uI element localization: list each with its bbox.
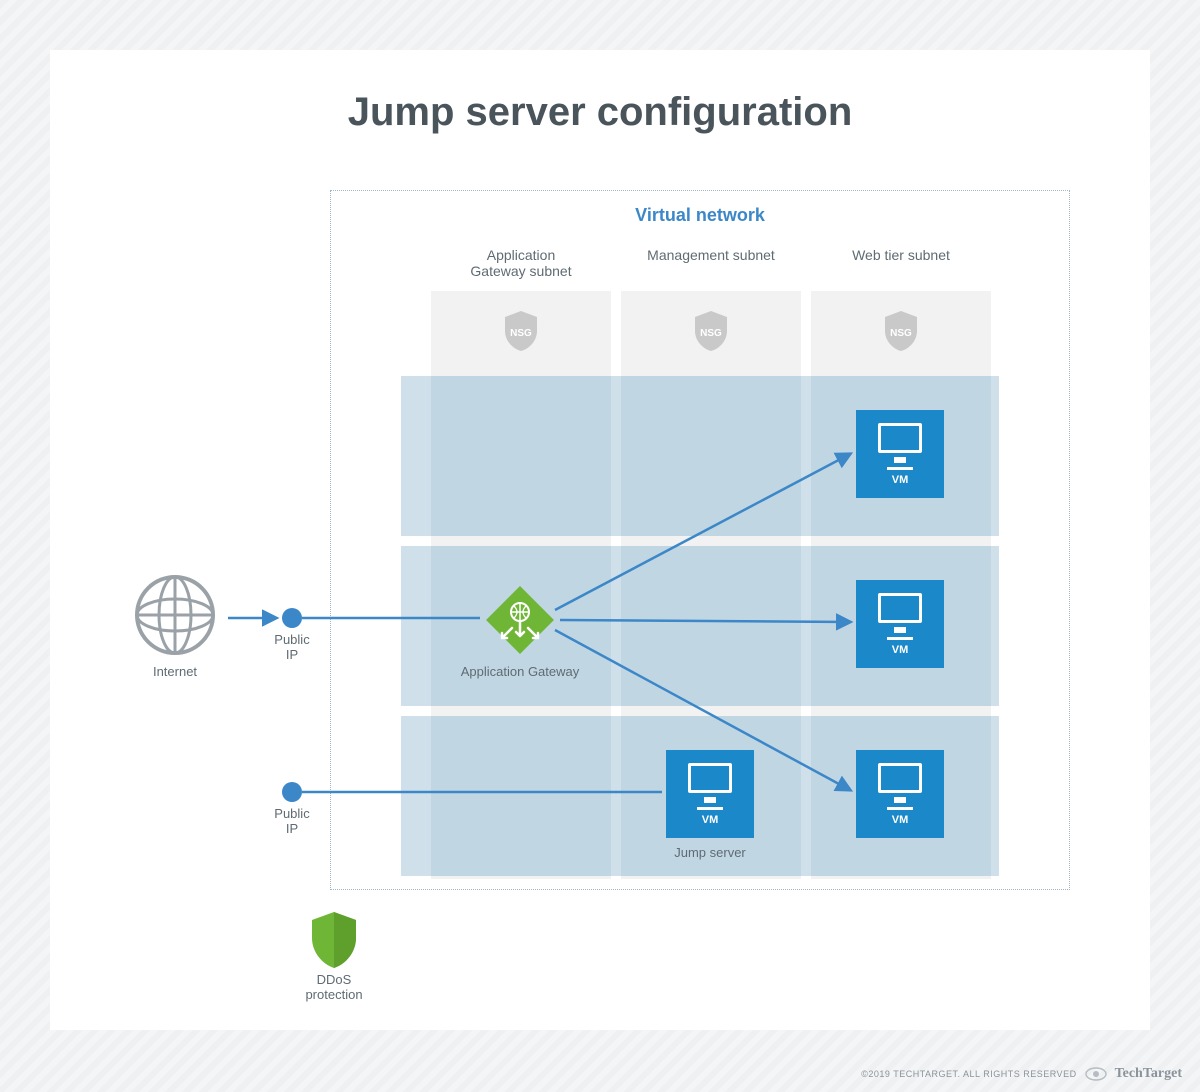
- app-gateway-label: Application Gateway: [430, 664, 610, 679]
- monitor-icon: [688, 763, 732, 793]
- jump-server-vm: VM: [666, 750, 754, 838]
- diagram-title: Jump server configuration: [50, 90, 1150, 135]
- app-gateway-icon: [480, 580, 560, 660]
- vm-node: VM: [856, 750, 944, 838]
- web-tier-subnet-label: Web tier subnet: [811, 247, 991, 263]
- monitor-icon: [878, 593, 922, 623]
- shield-icon: [308, 910, 360, 970]
- footer: ©2019 TECHTARGET. ALL RIGHTS RESERVED Te…: [861, 1066, 1182, 1082]
- monitor-icon: [878, 423, 922, 453]
- virtual-network-label: Virtual network: [331, 205, 1069, 226]
- management-subnet-label: Management subnet: [621, 247, 801, 263]
- app-gateway-subnet-label: Application Gateway subnet: [431, 247, 611, 279]
- jump-server-label: Jump server: [620, 845, 800, 860]
- nsg-shield: NSG: [431, 309, 611, 369]
- application-gateway-node: [480, 580, 560, 660]
- nsg-shield: NSG: [811, 309, 991, 369]
- public-ip-dot: [282, 782, 302, 802]
- ddos-protection-node: [308, 910, 360, 975]
- globe-icon: [130, 570, 220, 660]
- techtarget-logo: TechTarget: [1115, 1066, 1182, 1082]
- grid-cell: [621, 546, 801, 706]
- vm-node: VM: [856, 580, 944, 668]
- grid-cell: [621, 376, 801, 536]
- eye-icon: [1085, 1067, 1107, 1081]
- internet-node: [130, 570, 220, 665]
- diagram-canvas: Jump server configuration Virtual networ…: [50, 50, 1150, 1030]
- public-ip-label: Public IP: [252, 806, 332, 836]
- ddos-label: DDoS protection: [274, 972, 394, 1002]
- grid-cell: [431, 376, 611, 536]
- subnet-header-row: Application Gateway subnet Management su…: [331, 247, 1069, 287]
- public-ip-dot: [282, 608, 302, 628]
- internet-label: Internet: [130, 664, 220, 679]
- copyright-text: ©2019 TECHTARGET. ALL RIGHTS RESERVED: [861, 1069, 1076, 1079]
- grid-cell: [431, 716, 611, 876]
- nsg-shield: NSG: [621, 309, 801, 369]
- public-ip-label: Public IP: [252, 632, 332, 662]
- monitor-icon: [878, 763, 922, 793]
- vm-node: VM: [856, 410, 944, 498]
